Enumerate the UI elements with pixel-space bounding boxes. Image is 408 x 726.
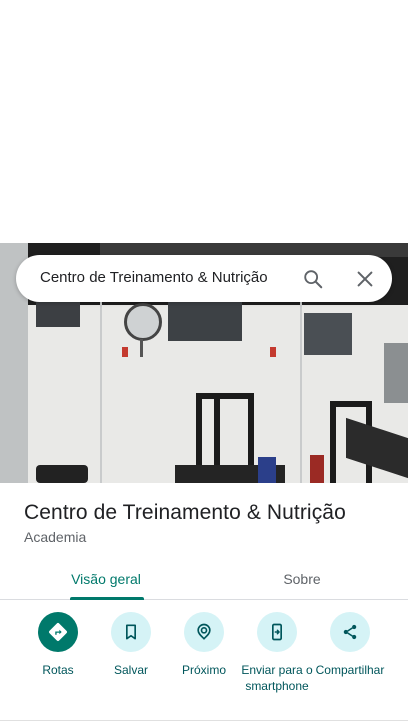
tab-overview[interactable]: Visão geral (36, 558, 176, 600)
bookmark-icon (111, 612, 151, 652)
action-buttons: Rotas Salvar Próximo Enviar para o smart… (0, 612, 408, 712)
divider (0, 720, 408, 721)
share-label: Compartilhar (315, 663, 385, 677)
search-query[interactable]: Centro de Treinamento & Nutrição (40, 269, 268, 286)
directions-button[interactable]: Rotas (18, 612, 98, 678)
wall-fan (124, 303, 162, 341)
send-to-phone-icon (257, 612, 297, 652)
place-category[interactable]: Academia (24, 529, 86, 545)
nearby-button[interactable]: Próximo (164, 612, 244, 678)
share-button[interactable]: Compartilhar (310, 612, 390, 678)
send-to-phone-label: Enviar para o smartphone (241, 663, 313, 693)
directions-icon (38, 612, 78, 652)
directions-label: Rotas (42, 663, 74, 677)
tab-about[interactable]: Sobre (232, 558, 372, 600)
tab-bar: Visão geral Sobre (0, 558, 408, 600)
save-label: Salvar (113, 663, 148, 677)
share-icon (330, 612, 370, 652)
active-tab-indicator (70, 597, 144, 600)
nearby-label: Próximo (181, 663, 226, 677)
place-title: Centro de Treinamento & Nutrição (24, 501, 346, 524)
search-icon[interactable] (302, 268, 324, 290)
close-icon[interactable] (354, 268, 376, 290)
send-to-phone-button[interactable]: Enviar para o smartphone (237, 612, 317, 694)
map-area-blank (0, 0, 408, 243)
search-bar[interactable]: Centro de Treinamento & Nutrição (16, 255, 392, 302)
nearby-icon (184, 612, 224, 652)
save-button[interactable]: Salvar (91, 612, 171, 678)
